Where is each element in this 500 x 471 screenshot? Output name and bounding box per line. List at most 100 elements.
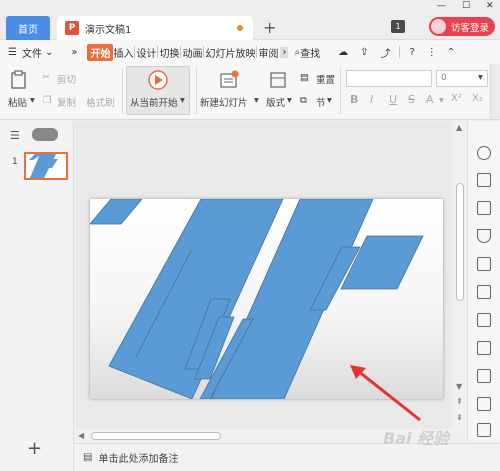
scroll-up-icon[interactable]: ▲ — [456, 123, 462, 132]
tab-slideshow[interactable]: 幻灯片放映 — [205, 45, 255, 60]
more-tabs-icon[interactable]: › — [280, 46, 289, 58]
notes-icon: ▤ — [83, 452, 93, 463]
underline-button[interactable]: U — [389, 93, 397, 106]
reset-icon[interactable]: ▤ — [300, 72, 309, 83]
new-slide-dropdown-icon[interactable]: ▾ — [254, 95, 259, 106]
slide-number: 1 — [12, 157, 18, 167]
window-count-badge[interactable]: 1 — [391, 20, 405, 33]
scroll-down-icon[interactable]: ▼ — [456, 382, 462, 391]
paste-button[interactable]: 粘贴 — [8, 95, 27, 109]
settings-icon[interactable] — [477, 341, 491, 355]
parallelogram-small — [90, 199, 143, 225]
unsaved-dot-icon — [237, 25, 243, 31]
ribbon-toolbar: 粘贴 ▾ ✂ 剪切 ❐ 复制 格式刷 从当前开始 ▾ 新建幻灯片 ▾ 版式 ▾ … — [0, 64, 500, 120]
reset-button[interactable]: 重置 — [316, 72, 335, 86]
export-icon[interactable]: ⤴ — [380, 45, 390, 60]
annotation-arrow — [350, 365, 421, 422]
add-slide-button[interactable]: + — [27, 438, 42, 459]
next-slide-icon[interactable]: ⇟ — [456, 413, 463, 422]
layout-button[interactable]: 版式 — [266, 95, 285, 109]
play-from-current-label: 从当前开始 — [130, 98, 178, 109]
collapse-ribbon-icon[interactable]: ⌃ — [447, 47, 455, 58]
tab-animations[interactable]: 动画 — [182, 45, 202, 60]
home-tab[interactable]: 首页 — [6, 16, 50, 40]
search-button[interactable]: 查找 — [300, 45, 320, 60]
layout-icon[interactable] — [270, 72, 286, 88]
hamburger-icon[interactable]: ☰ — [8, 47, 17, 58]
bold-button[interactable]: B — [350, 93, 358, 106]
scroll-left-icon[interactable]: ◀ — [78, 431, 84, 440]
play-dropdown-icon: ▾ — [180, 95, 185, 106]
document-name: 演示文稿1 — [85, 24, 132, 36]
file-dropdown-icon[interactable]: ⌄ — [45, 47, 53, 58]
grid-icon[interactable] — [477, 285, 491, 299]
image-search-icon[interactable] — [477, 369, 491, 383]
section-button[interactable]: 节 — [316, 95, 326, 109]
tab-home[interactable]: 开始 — [87, 43, 114, 61]
tab-design[interactable]: 设计 — [136, 45, 156, 60]
horizontal-scroll-thumb[interactable] — [91, 432, 221, 440]
edit-icon[interactable] — [477, 397, 491, 411]
play-from-current-button[interactable]: 从当前开始 ▾ — [126, 66, 190, 115]
presentation-icon: P — [65, 21, 79, 35]
chart-icon[interactable] — [477, 313, 491, 327]
fill-icon[interactable] — [477, 229, 491, 243]
cut-icon[interactable]: ✂ — [42, 72, 50, 83]
strikethrough-button[interactable]: S — [408, 93, 415, 106]
section-icon[interactable]: ⧉ — [300, 95, 307, 106]
new-tab-button[interactable]: + — [263, 18, 276, 37]
minimize-icon[interactable]: — — [437, 1, 446, 11]
new-slide-button[interactable]: 新建幻灯片 — [200, 95, 248, 109]
italic-button[interactable]: I — [370, 93, 373, 106]
subscript-button[interactable]: X₂ — [472, 93, 483, 104]
guest-login-button[interactable]: 访客登录 — [429, 17, 495, 36]
layout-dropdown-icon[interactable]: ▾ — [287, 95, 292, 106]
play-icon — [148, 70, 168, 90]
vertical-scrollbar[interactable]: ▲ ▼ ⇞ ⇟ — [453, 121, 467, 431]
paste-dropdown-icon[interactable]: ▾ — [30, 95, 35, 106]
document-tab[interactable]: P 演示文稿1 — [57, 16, 253, 40]
cut-button[interactable]: 剪切 — [57, 72, 76, 86]
tab-review[interactable]: 审阅 — [258, 45, 278, 60]
copy-icon[interactable]: ❐ — [43, 95, 52, 106]
section-dropdown-icon[interactable]: ▾ — [327, 95, 332, 106]
outline-view-icon[interactable]: ☰ — [10, 129, 20, 142]
table-icon[interactable] — [477, 257, 491, 271]
superscript-button[interactable]: X² — [451, 93, 462, 104]
share-icon[interactable]: ⇪ — [360, 47, 368, 58]
vertical-scroll-thumb[interactable] — [456, 183, 464, 301]
notes-placeholder[interactable]: 单击此处添加备注 — [98, 450, 178, 465]
menu-bar: ☰ 文件 ⌄ » 开始 插入 设计 切换 动画 幻灯片放映 审阅 › ⌕ 查找 … — [0, 40, 500, 64]
avatar — [431, 19, 446, 34]
menu-file[interactable]: 文件 — [22, 45, 42, 60]
slides-panel: ☰ 1 + — [0, 121, 74, 471]
save-icon[interactable] — [477, 423, 491, 437]
title-bar: — ☐ ✕ 首页 P 演示文稿1 + 1 访客登录 — [0, 0, 500, 40]
paste-icon[interactable] — [10, 70, 28, 90]
copy-button[interactable]: 复制 — [57, 95, 76, 109]
help-icon[interactable]: ? — [409, 47, 414, 58]
maximize-icon[interactable]: ☐ — [462, 1, 470, 11]
font-color-dropdown-icon[interactable]: ▾ — [439, 95, 444, 106]
slides-view-toggle[interactable] — [32, 128, 58, 141]
font-color-button[interactable]: A — [426, 93, 434, 106]
picture-icon[interactable] — [477, 201, 491, 215]
tab-transitions[interactable]: 切换 — [159, 45, 179, 60]
font-name-select[interactable] — [346, 70, 432, 87]
animation-icon[interactable] — [477, 146, 491, 160]
cloud-icon[interactable]: ☁ — [338, 47, 348, 58]
format-painter-button[interactable]: 格式刷 — [86, 95, 115, 109]
previous-slide-icon[interactable]: ⇞ — [456, 397, 463, 406]
slide-thumbnail[interactable] — [24, 152, 68, 180]
font-size-dropdown-icon[interactable]: ▾ — [478, 72, 483, 83]
watermark: Bai 经验 — [383, 429, 450, 448]
close-icon[interactable]: ✕ — [486, 1, 494, 11]
menu-more-left[interactable]: » — [71, 47, 77, 58]
ribbon-scroll-right-icon[interactable] — [490, 64, 500, 119]
tab-insert[interactable]: 插入 — [113, 45, 133, 60]
guest-login-label: 访客登录 — [450, 22, 489, 34]
shape-icon[interactable] — [477, 173, 491, 187]
right-toolbar — [467, 121, 500, 441]
new-slide-icon[interactable] — [219, 70, 239, 90]
more-menu-icon[interactable]: ⋮ — [427, 47, 437, 58]
